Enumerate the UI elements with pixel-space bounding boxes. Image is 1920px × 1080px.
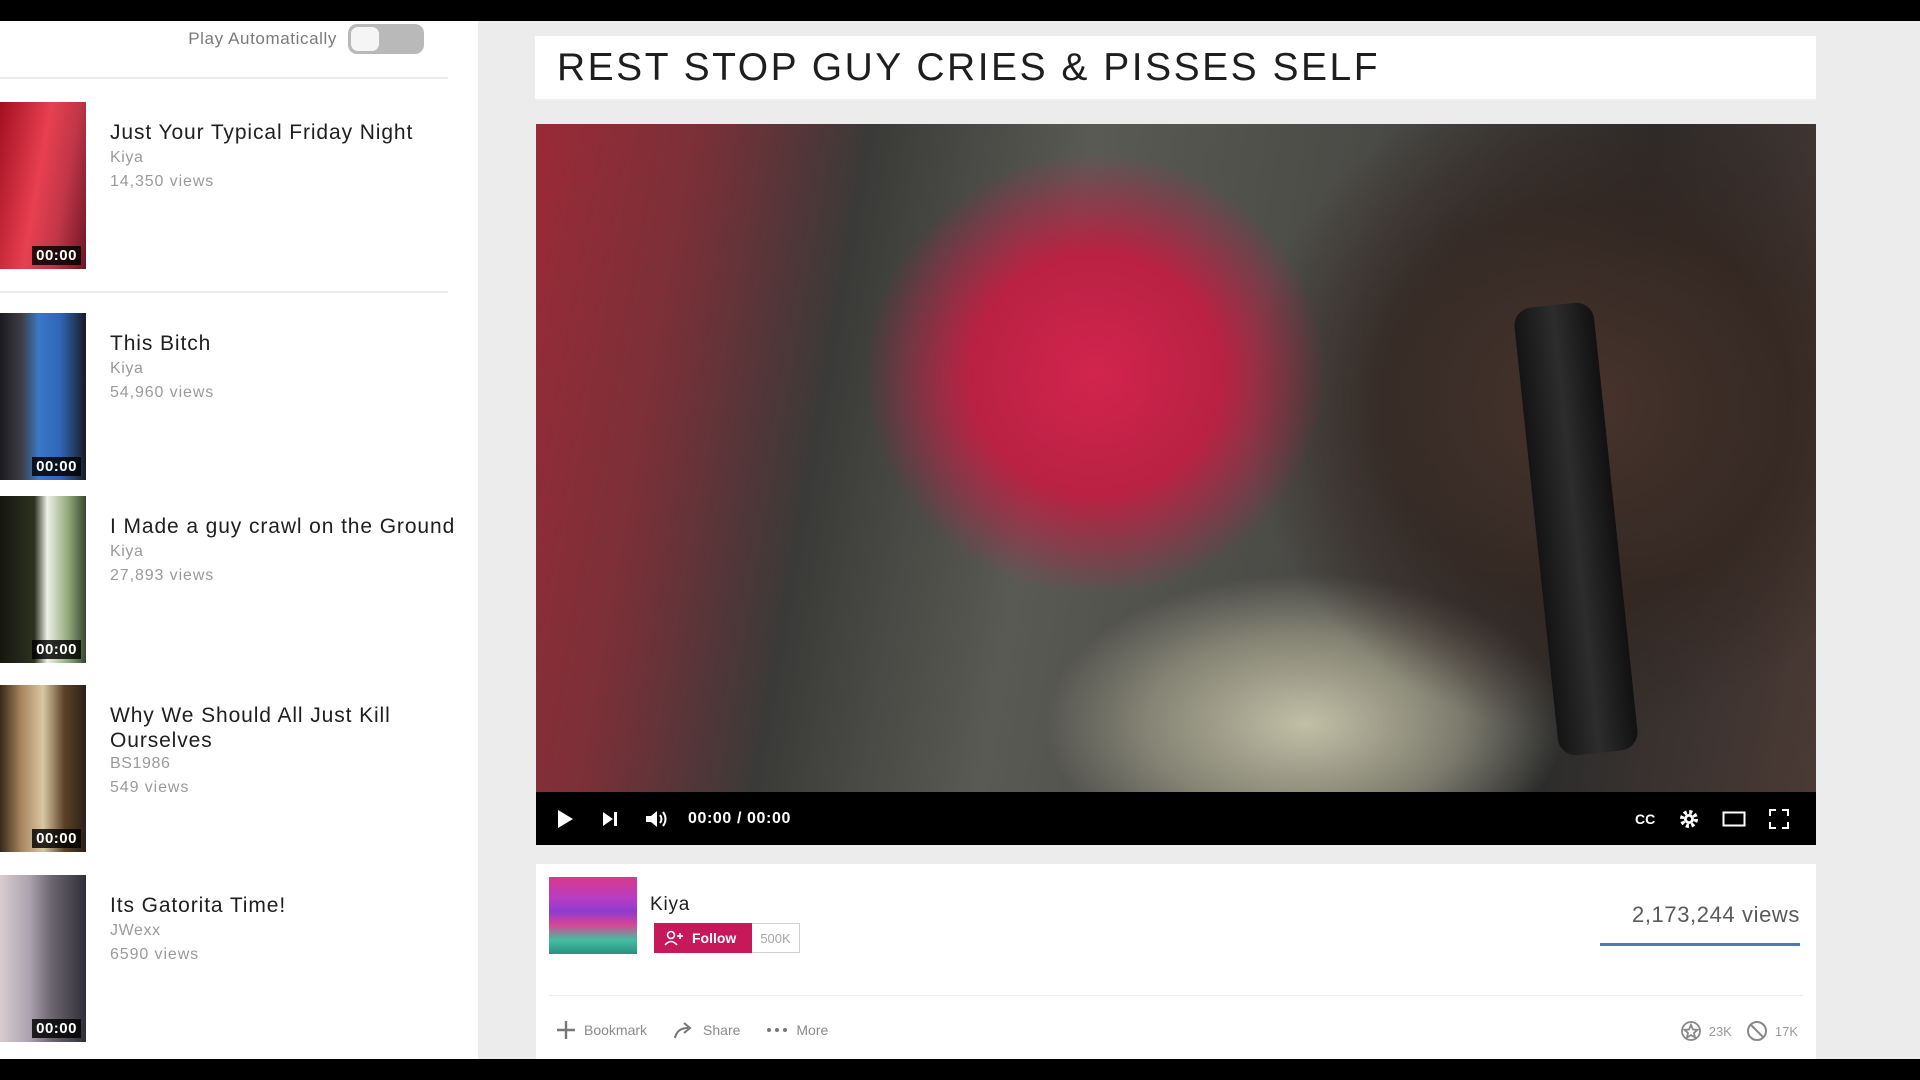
video-thumbnail[interactable]: 00:00 (0, 496, 86, 663)
channel-avatar[interactable] (549, 877, 637, 954)
like-icon (1680, 1021, 1701, 1041)
channel-name[interactable]: Kiya (650, 894, 690, 916)
recommended-video-views: 549 views (110, 779, 190, 796)
follow-label: Follow (692, 930, 737, 946)
dislike-count: 17K (1774, 1023, 1798, 1039)
recommended-video-views: 54,960 views (110, 384, 215, 401)
fullscreen-icon[interactable] (1768, 808, 1790, 830)
recommended-video-views: 6590 views (110, 946, 200, 963)
duration-badge: 00:00 (32, 457, 81, 476)
video-player[interactable]: 00:00 / 00:00 CC (536, 124, 1816, 845)
gear-icon[interactable] (1678, 808, 1700, 830)
view-count-underline (1600, 943, 1800, 946)
autoplay-toggle-knob (351, 27, 379, 51)
dislike-stat[interactable]: 17K (1746, 1020, 1798, 1042)
sidebar-divider (0, 291, 448, 293)
volume-icon[interactable] (644, 808, 670, 830)
follow-control: Follow 500K (654, 923, 800, 953)
block-icon (1746, 1021, 1767, 1041)
video-frame[interactable] (536, 124, 1816, 792)
recommended-video-author[interactable]: Kiya (110, 149, 144, 167)
more-label: More (796, 1022, 829, 1038)
autoplay-toggle[interactable] (348, 24, 424, 54)
share-arrow-icon (674, 1022, 692, 1039)
svg-text:CC: CC (1635, 811, 1655, 827)
recommended-video-author[interactable]: Kiya (110, 543, 144, 561)
action-bar: Bookmark Share More (556, 1020, 828, 1040)
autoplay-control: Play Automatically (188, 23, 424, 55)
sidebar-divider (0, 77, 448, 79)
video-title-bar: REST STOP GUY CRIES & PISSES SELF (535, 36, 1816, 99)
recommended-video-title[interactable]: Its Gatorita Time! (110, 893, 470, 918)
info-divider (549, 995, 1803, 996)
autoplay-label: Play Automatically (188, 29, 337, 48)
recommended-video-author[interactable]: Kiya (110, 360, 144, 378)
share-button[interactable]: Share (673, 1021, 740, 1039)
like-stat[interactable]: 23K (1680, 1020, 1732, 1042)
recommended-video-views: 27,893 views (110, 567, 215, 584)
recommended-video-title[interactable]: Just Your Typical Friday Night (110, 120, 470, 145)
recommended-video-views: 14,350 views (110, 173, 215, 190)
duration-badge: 00:00 (32, 246, 81, 265)
add-user-icon (664, 930, 683, 946)
playback-time: 00:00 / 00:00 (688, 809, 791, 827)
subscriber-count: 500K (752, 923, 800, 953)
recommended-video-author[interactable]: JWexx (110, 922, 161, 940)
video-title: REST STOP GUY CRIES & PISSES SELF (557, 45, 1381, 89)
more-dots-icon (767, 1028, 788, 1032)
recommended-video-title[interactable]: Why We Should All Just Kill Ourselves (110, 703, 440, 753)
bookmark-label: Bookmark (584, 1022, 648, 1038)
recommended-video-author[interactable]: BS1986 (110, 755, 171, 773)
plus-icon (557, 1021, 575, 1039)
view-count: 2,173,244 views (1632, 902, 1800, 927)
duration-badge: 00:00 (32, 640, 81, 659)
bookmark-button[interactable]: Bookmark (556, 1020, 647, 1040)
video-thumbnail[interactable]: 00:00 (0, 685, 86, 852)
share-label: Share (703, 1022, 741, 1038)
duration-badge: 00:00 (32, 1019, 81, 1038)
play-icon[interactable] (554, 808, 576, 830)
recommended-video-title[interactable]: I Made a guy crawl on the Ground (110, 514, 478, 539)
video-thumbnail[interactable]: 00:00 (0, 102, 86, 269)
app-frame: Play Automatically 00:00 Just Your Typic… (0, 21, 1920, 1059)
video-info-panel: Kiya Follow 500K 2,173,244 views Bookmar… (536, 864, 1816, 1059)
recommendations-sidebar: Play Automatically 00:00 Just Your Typic… (0, 21, 478, 1059)
player-controls: 00:00 / 00:00 CC (536, 792, 1816, 845)
closed-captions-icon[interactable]: CC (1634, 810, 1656, 828)
theater-mode-icon[interactable] (1722, 810, 1746, 828)
video-content-shape (1512, 301, 1640, 757)
rating-stats: 23K 17K (1680, 1020, 1798, 1042)
follow-button[interactable]: Follow (654, 923, 753, 953)
recommended-video-title[interactable]: This Bitch (110, 331, 470, 356)
like-count: 23K (1708, 1023, 1732, 1039)
more-button[interactable]: More (766, 1022, 828, 1038)
video-thumbnail[interactable]: 00:00 (0, 875, 86, 1042)
skip-next-icon[interactable] (600, 809, 620, 829)
video-thumbnail[interactable]: 00:00 (0, 313, 86, 480)
duration-badge: 00:00 (32, 829, 81, 848)
